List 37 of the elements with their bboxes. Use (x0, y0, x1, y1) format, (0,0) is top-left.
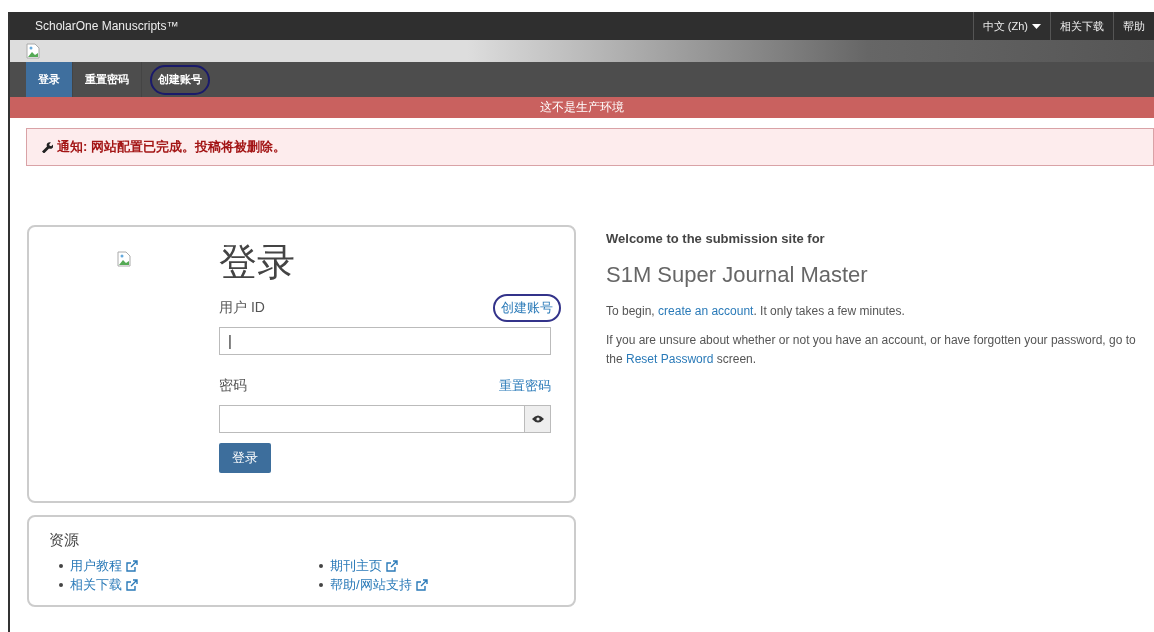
external-link-icon (415, 578, 428, 591)
brand-name: ScholarOne Manuscripts™ (34, 19, 179, 33)
nav-tab[interactable]: 创建账号 (150, 64, 210, 95)
reset-password-link[interactable]: Reset Password (626, 352, 714, 366)
password-field[interactable] (219, 405, 525, 433)
bullet-dot (319, 563, 323, 568)
bullet-dot (59, 563, 63, 568)
bullet-dot (59, 582, 63, 587)
nav-tab[interactable]: 登录 (26, 62, 73, 97)
user-id-field[interactable]: | (219, 327, 551, 355)
reset-password-link[interactable]: 重置密码 (499, 377, 551, 395)
wrench-icon (41, 141, 53, 153)
broken-image-icon (117, 251, 131, 267)
external-link-icon (386, 559, 398, 572)
broken-image-icon (26, 43, 40, 59)
resource-link[interactable]: 用户教程 (70, 556, 122, 575)
external-link-icon (126, 559, 138, 572)
resource-link[interactable]: 期刊主页 (330, 556, 382, 575)
environment-banner: 这不是生产环境 (10, 97, 1154, 118)
intro-paragraph: To begin, create an account. It only takes a few minutes. (606, 303, 906, 320)
journal-title: S1M Super Journal Master (606, 262, 869, 288)
help-paragraph: If you are unsure about whether or not you have an account, or have forgotten your password, go to the Reset Password screen. (606, 332, 1137, 368)
resources-title: 资源 (49, 531, 80, 550)
show-password-button[interactable] (525, 405, 551, 433)
field-label: 用户 ID (219, 299, 265, 317)
create-account-link[interactable]: 创建账号 (493, 294, 561, 322)
login-button[interactable]: 登录 (219, 443, 271, 473)
resource-link[interactable]: 相关下载 (70, 575, 122, 594)
bullet-dot (319, 582, 323, 587)
external-link-icon (126, 578, 138, 591)
caret-icon (1032, 23, 1041, 29)
notice-text: 通知: 网站配置已完成。投稿将被删除。 (57, 138, 286, 156)
login-title: 登录 (219, 240, 296, 285)
eye-icon (531, 415, 544, 423)
resource-link[interactable]: 帮助/网站支持 (330, 575, 412, 594)
welcome-heading: Welcome to the submission site for (606, 231, 826, 246)
field-label: 密码 (219, 377, 247, 395)
